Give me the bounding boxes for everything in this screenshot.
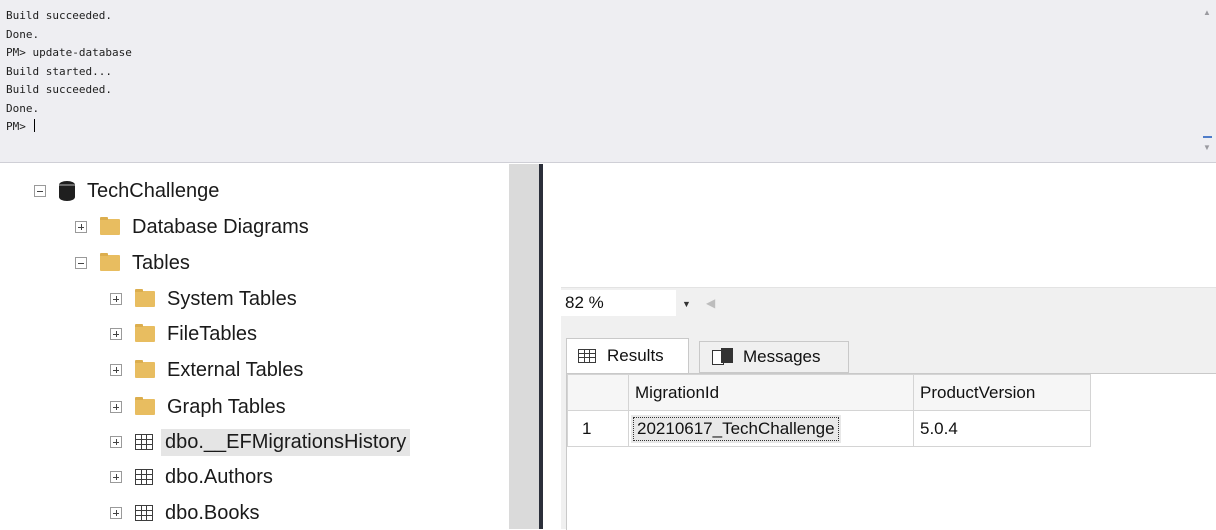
zoom-bar: 82 % ▼ ◀ [561, 287, 1216, 320]
tree-node-label: System Tables [167, 287, 297, 310]
table-icon [135, 434, 153, 450]
expand-icon[interactable] [75, 221, 87, 233]
package-manager-console[interactable]: Build succeeded. Done. PM> update-database… [0, 0, 1216, 163]
folder-icon [135, 289, 155, 307]
explorer-scroll-edge [509, 164, 539, 529]
tree-node-label: dbo.Books [165, 501, 260, 524]
zoom-select[interactable]: 82 % [561, 290, 676, 316]
table-row[interactable]: 1 20210617_TechChallenge 5.0.4 [567, 410, 1091, 447]
tree-node-system-tables[interactable]: System Tables [110, 284, 297, 314]
console-line: Done. [6, 101, 40, 115]
table-icon [135, 505, 153, 521]
folder-icon [135, 324, 155, 342]
tree-node-efmigrationshistory[interactable]: dbo.__EFMigrationsHistory [110, 427, 411, 457]
expand-icon[interactable] [110, 328, 122, 340]
expand-icon[interactable] [110, 293, 122, 305]
tab-messages[interactable]: Messages [699, 341, 849, 373]
tab-label: Results [607, 346, 664, 365]
database-icon [59, 181, 75, 201]
table-cell[interactable]: 5.0.4 [913, 410, 1091, 447]
tree-node-filetables[interactable]: FileTables [110, 319, 257, 349]
header-row: MigrationId ProductVersion [567, 374, 1091, 411]
table-cell[interactable]: 20210617_TechChallenge [628, 410, 914, 447]
grid-icon [578, 349, 596, 363]
folder-icon [135, 397, 155, 415]
console-prompt-line[interactable]: PM> [6, 118, 132, 137]
tree-node-authors[interactable]: dbo.Authors [110, 462, 273, 492]
tree-node-label: dbo.__EFMigrationsHistory [161, 428, 411, 456]
text-cursor [33, 119, 35, 132]
console-prompt: PM> [6, 120, 33, 133]
expand-icon[interactable] [110, 436, 122, 448]
scroll-thumb[interactable] [1203, 136, 1212, 138]
scroll-left-icon[interactable]: ◀ [706, 296, 715, 310]
folder-icon [100, 217, 120, 235]
tree-node-graph-tables[interactable]: Graph Tables [110, 392, 286, 422]
console-line: Build succeeded. [6, 83, 112, 96]
folder-icon [100, 253, 120, 271]
console-line: PM> update-database [6, 46, 132, 59]
scroll-up-icon[interactable]: ▲ [1203, 8, 1211, 17]
folder-icon [135, 360, 155, 378]
results-grid[interactable]: MigrationId ProductVersion 1 20210617_Te… [566, 373, 1216, 530]
expand-icon[interactable] [110, 471, 122, 483]
console-line: Done. [6, 27, 40, 41]
console-scrollbar[interactable]: ▲ ▼ [1199, 0, 1216, 162]
tree-node-label: FileTables [167, 322, 258, 345]
tree-node-label: dbo.Authors [165, 465, 273, 488]
tree-node-books[interactable]: dbo.Books [110, 498, 260, 528]
expand-icon[interactable] [110, 507, 122, 519]
messages-icon [712, 348, 734, 366]
query-editor[interactable] [543, 164, 1216, 287]
expand-icon[interactable] [110, 401, 122, 413]
table-icon [135, 469, 153, 485]
console-line: Build started... [6, 64, 112, 78]
tree-node-label: Graph Tables [167, 395, 286, 418]
tree-node-database-diagrams[interactable]: Database Diagrams [75, 212, 309, 242]
tree-node-label: Database Diagrams [132, 215, 309, 238]
tree-node-external-tables[interactable]: External Tables [110, 355, 303, 385]
zoom-value: 82 % [565, 293, 604, 312]
column-header-migrationid[interactable]: MigrationId [628, 374, 914, 411]
object-explorer-tree: TechChallenge Database Diagrams Tables S… [0, 164, 509, 529]
tab-results[interactable]: Results [566, 338, 689, 373]
console-output: Build succeeded. Done. PM> update-database… [6, 7, 132, 137]
row-number-header[interactable] [567, 374, 629, 411]
collapse-icon[interactable] [34, 185, 46, 197]
tree-node-database[interactable]: TechChallenge [34, 176, 219, 206]
tab-label: Messages [743, 347, 821, 366]
row-number[interactable]: 1 [567, 410, 629, 447]
expand-icon[interactable] [110, 364, 122, 376]
chevron-down-icon[interactable]: ▼ [682, 299, 691, 309]
tree-node-tables[interactable]: Tables [75, 248, 190, 278]
column-header-productversion[interactable]: ProductVersion [913, 374, 1091, 411]
results-pane: Results Messages MigrationId ProductVers… [561, 320, 1216, 530]
cell-value: 20210617_TechChallenge [631, 414, 841, 443]
tree-node-label: External Tables [167, 358, 304, 381]
console-line: Build succeeded. [6, 9, 112, 22]
collapse-icon[interactable] [75, 257, 87, 269]
tree-node-label: Tables [132, 251, 190, 274]
scroll-down-icon[interactable]: ▼ [1203, 143, 1211, 152]
tree-node-label: TechChallenge [87, 179, 220, 202]
results-table: MigrationId ProductVersion 1 20210617_Te… [567, 374, 1091, 447]
